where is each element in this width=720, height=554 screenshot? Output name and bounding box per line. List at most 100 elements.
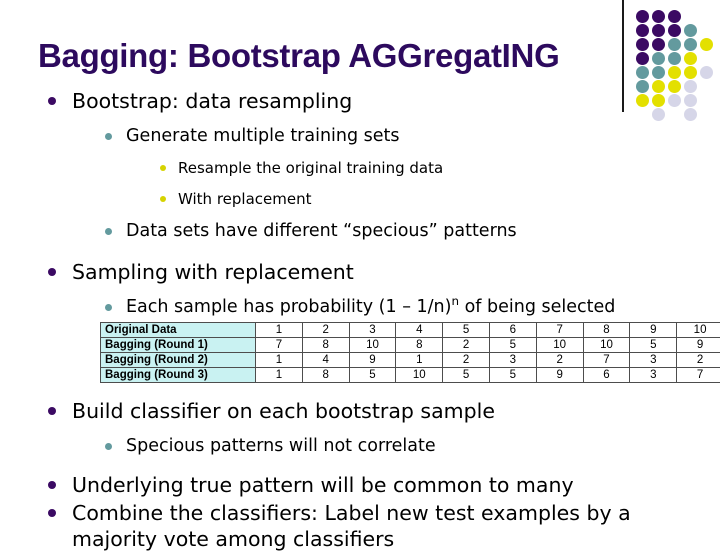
bullet-marker-icon	[105, 443, 112, 450]
table-cell: 4	[396, 323, 443, 338]
table-row: Original Data12345678910	[101, 323, 720, 338]
table-row-label: Bagging (Round 3)	[101, 368, 256, 383]
bullet-marker-icon	[48, 268, 56, 276]
table-row: Bagging (Round 2)1491232732	[101, 353, 720, 368]
spacer	[0, 180, 720, 189]
table-cell: 1	[256, 323, 303, 338]
slide-body: Bootstrap: data resampling Generate mult…	[0, 88, 720, 554]
table-cell: 1	[256, 353, 303, 368]
decoration-dot	[684, 52, 697, 65]
bullet-text-formula: Each sample has probability (1 – 1/n)n o…	[126, 296, 720, 319]
bullet-text: Combine the classifiers: Label new test …	[72, 500, 720, 552]
table-cell: 1	[396, 353, 443, 368]
bullet-marker-icon	[160, 165, 166, 171]
decoration-dot	[684, 66, 697, 79]
bullet-marker-icon	[48, 509, 56, 517]
bullet-text: Underlying true pattern will be common t…	[72, 472, 720, 498]
table-cell: 5	[349, 368, 396, 383]
bullet-marker-icon	[105, 133, 112, 140]
decoration-dot	[684, 24, 697, 37]
table-cell: 7	[583, 353, 630, 368]
bullet-level3: Resample the original training data	[0, 158, 720, 179]
bullet-marker-icon	[48, 407, 56, 415]
bullet-text: Specious patterns will not correlate	[126, 435, 720, 458]
slide: Bagging: Bootstrap AGGregatING Bootstrap…	[0, 0, 720, 540]
table-cell: 6	[583, 368, 630, 383]
decoration-dot	[668, 38, 681, 51]
decoration-dot	[652, 66, 665, 79]
table-cell: 7	[256, 338, 303, 353]
table-cell: 2	[536, 353, 583, 368]
spacer	[0, 426, 720, 435]
formula-exponent: n	[451, 294, 459, 308]
table-cell: 8	[302, 338, 349, 353]
decoration-dot	[668, 24, 681, 37]
formula-prefix: Each sample has probability (1 – 1/n)	[126, 297, 451, 317]
decoration-dot	[652, 52, 665, 65]
spacer	[0, 211, 720, 220]
table-row-label: Original Data	[101, 323, 256, 338]
bullet-marker-icon	[105, 304, 112, 311]
table-row: Bagging (Round 3)18510559637	[101, 368, 720, 383]
table-cell: 6	[489, 323, 536, 338]
decoration-dot	[700, 66, 713, 79]
spacer	[0, 459, 720, 472]
spacer	[0, 149, 720, 158]
decoration-dot	[700, 38, 713, 51]
bullet-level2: Generate multiple training sets	[0, 125, 720, 148]
bullet-text: Generate multiple training sets	[126, 125, 720, 148]
bullet-text: With replacement	[178, 189, 720, 210]
table-cell: 5	[489, 368, 536, 383]
bullet-level2: Specious patterns will not correlate	[0, 435, 720, 458]
table-cell: 2	[443, 338, 490, 353]
decoration-dot	[684, 38, 697, 51]
decoration-dot	[652, 38, 665, 51]
decoration-dot	[636, 52, 649, 65]
table-cell: 5	[443, 368, 490, 383]
decoration-dot	[652, 10, 665, 23]
table-cell: 9	[677, 338, 720, 353]
table-cell: 3	[489, 353, 536, 368]
table-cell: 9	[349, 353, 396, 368]
bullet-text: Sampling with replacement	[72, 259, 720, 285]
table-cell: 10	[677, 323, 720, 338]
bullet-level2: Each sample has probability (1 – 1/n)n o…	[0, 296, 720, 319]
table-row: Bagging (Round 1)7810825101059	[101, 338, 720, 353]
bullet-text: Bootstrap: data resampling	[72, 88, 720, 114]
table-row-label: Bagging (Round 1)	[101, 338, 256, 353]
table-cell: 5	[630, 338, 677, 353]
table-cell: 4	[302, 353, 349, 368]
bullet-marker-icon	[160, 196, 166, 202]
table-cell: 7	[536, 323, 583, 338]
decoration-dot	[636, 38, 649, 51]
table-row-label: Bagging (Round 2)	[101, 353, 256, 368]
bullet-marker-icon	[48, 97, 56, 105]
bullet-marker-icon	[48, 481, 56, 489]
table-cell: 5	[443, 323, 490, 338]
table-cell: 3	[630, 353, 677, 368]
table-cell: 8	[302, 368, 349, 383]
bullet-level1: Combine the classifiers: Label new test …	[0, 500, 720, 552]
formula-suffix: of being selected	[459, 297, 615, 317]
table-cell: 7	[677, 368, 720, 383]
decoration-dot	[636, 24, 649, 37]
decoration-dot	[636, 66, 649, 79]
bullet-level1: Underlying true pattern will be common t…	[0, 472, 720, 498]
bagging-table: Original Data12345678910Bagging (Round 1…	[100, 322, 720, 383]
table-cell: 8	[396, 338, 443, 353]
table-cell: 10	[536, 338, 583, 353]
decoration-dot	[668, 52, 681, 65]
table-cell: 10	[349, 338, 396, 353]
decoration-dot	[668, 10, 681, 23]
table-cell: 2	[677, 353, 720, 368]
table-cell: 9	[630, 323, 677, 338]
bullet-level1: Build classifier on each bootstrap sampl…	[0, 398, 720, 424]
bullet-level1: Sampling with replacement	[0, 259, 720, 285]
slide-title: Bagging: Bootstrap AGGregatING	[38, 36, 613, 76]
table-cell: 8	[583, 323, 630, 338]
decoration-dot	[668, 66, 681, 79]
spacer	[0, 116, 720, 125]
table-cell: 2	[443, 353, 490, 368]
spacer	[0, 385, 720, 398]
bullet-text: Resample the original training data	[178, 158, 720, 179]
